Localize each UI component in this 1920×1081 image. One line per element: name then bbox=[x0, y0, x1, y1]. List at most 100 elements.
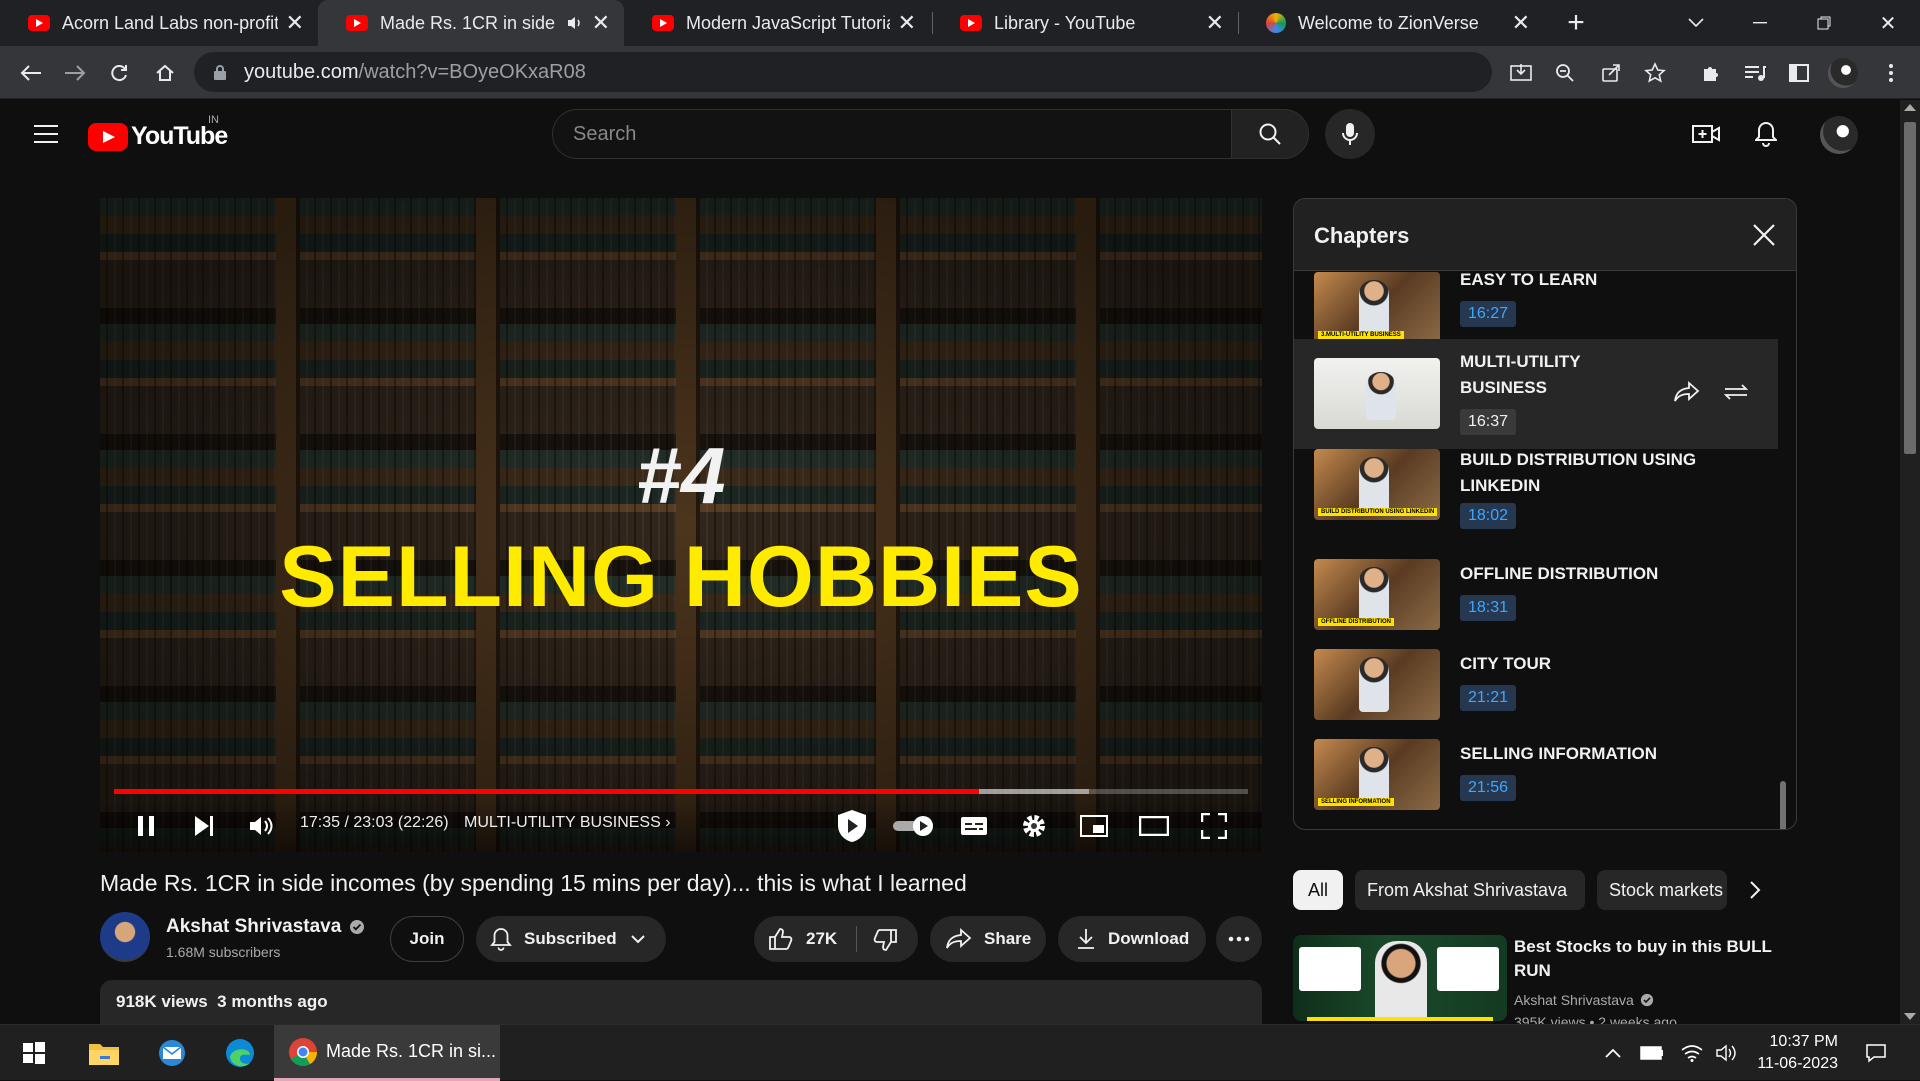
volume-button[interactable] bbox=[242, 806, 282, 846]
loop-chapter-icon[interactable] bbox=[1722, 381, 1750, 403]
scroll-down-arrow-icon[interactable] bbox=[1904, 1013, 1916, 1020]
chapter-timestamp[interactable]: 18:31 bbox=[1460, 595, 1517, 621]
extensions-puzzle-icon[interactable] bbox=[1696, 58, 1726, 88]
channel-avatar[interactable] bbox=[100, 912, 150, 962]
page-scroll-thumb[interactable] bbox=[1904, 122, 1916, 454]
recommended-title[interactable]: Best Stocks to buy in this BULL RUN bbox=[1514, 935, 1774, 983]
chapter-timestamp[interactable]: 18:02 bbox=[1460, 503, 1517, 529]
hamburger-menu-icon[interactable] bbox=[28, 116, 64, 152]
settings-button[interactable] bbox=[1014, 806, 1054, 846]
chips-next-chevron-icon[interactable] bbox=[1749, 880, 1761, 900]
tab-close-icon[interactable]: ✕ bbox=[592, 10, 610, 36]
notification-center-icon[interactable] bbox=[1848, 1025, 1904, 1081]
chapter-timestamp[interactable]: 16:27 bbox=[1460, 301, 1517, 327]
restore-button[interactable] bbox=[1794, 0, 1854, 46]
mail-app-icon[interactable] bbox=[144, 1025, 200, 1081]
bookmark-star-icon[interactable] bbox=[1640, 58, 1670, 88]
share-chapter-icon[interactable] bbox=[1674, 381, 1700, 403]
recommended-thumbnail[interactable] bbox=[1293, 935, 1507, 1021]
tab-acorn-land-labs[interactable]: Acorn Land Labs non-profit m ✕ bbox=[0, 0, 318, 46]
youtube-logo[interactable]: YouTube IN bbox=[88, 114, 228, 151]
forward-button[interactable] bbox=[58, 56, 92, 90]
autoplay-toggle[interactable] bbox=[890, 806, 938, 846]
theater-mode-button[interactable] bbox=[1134, 806, 1174, 846]
reload-button[interactable] bbox=[102, 56, 136, 90]
tab-close-icon[interactable]: ✕ bbox=[286, 10, 304, 36]
home-button[interactable] bbox=[148, 56, 182, 90]
pause-icon bbox=[138, 816, 154, 836]
tab-close-icon[interactable]: ✕ bbox=[1512, 10, 1530, 36]
chapter-timestamp[interactable]: 21:21 bbox=[1460, 685, 1517, 711]
show-hidden-icons-chevron-icon[interactable] bbox=[1598, 1025, 1628, 1081]
current-chapter-button[interactable]: MULTI-UTILITY BUSINESS › bbox=[464, 814, 671, 832]
search-input[interactable]: Search bbox=[552, 109, 1232, 159]
account-avatar[interactable] bbox=[1820, 116, 1858, 154]
more-actions-button[interactable] bbox=[1216, 916, 1262, 962]
tab-made-rs-1cr[interactable]: Made Rs. 1CR in side inco ✕ bbox=[318, 0, 624, 46]
tab-close-icon[interactable]: ✕ bbox=[1206, 10, 1224, 36]
chapter-item[interactable]: 3.MULTI-UTILITY BUSINESS EASY TO LEARN 1… bbox=[1294, 271, 1778, 343]
edge-browser-icon[interactable] bbox=[212, 1025, 268, 1081]
profile-avatar[interactable] bbox=[1828, 58, 1858, 88]
new-tab-button[interactable]: + bbox=[1546, 0, 1606, 46]
zoom-icon[interactable] bbox=[1550, 58, 1580, 88]
create-video-icon[interactable] bbox=[1688, 116, 1724, 152]
url-text: youtube.com/watch?v=BOyeOKxaR08 bbox=[244, 61, 586, 84]
tab-search-chevron-icon[interactable] bbox=[1666, 0, 1726, 46]
chapter-item-current[interactable]: MULTI-UTILITY BUSINESS 16:37 bbox=[1294, 339, 1778, 449]
tab-library-youtube[interactable]: Library - YouTube ✕ bbox=[932, 0, 1238, 46]
taskbar-chrome-window[interactable]: Made Rs. 1CR in si... bbox=[274, 1025, 500, 1081]
battery-icon[interactable] bbox=[1634, 1025, 1670, 1081]
search-button[interactable] bbox=[1231, 109, 1309, 159]
scroll-up-arrow-icon[interactable] bbox=[1904, 104, 1916, 111]
miniplayer-button[interactable] bbox=[1074, 806, 1114, 846]
wifi-icon[interactable] bbox=[1674, 1025, 1710, 1081]
chip-stock-markets[interactable]: Stock markets bbox=[1597, 870, 1727, 910]
file-explorer-icon[interactable] bbox=[76, 1025, 132, 1081]
chapter-timestamp[interactable]: 16:37 bbox=[1460, 409, 1517, 435]
next-button[interactable] bbox=[184, 806, 224, 846]
back-button[interactable] bbox=[14, 56, 48, 90]
close-window-button[interactable]: ✕ bbox=[1858, 0, 1918, 46]
subscribed-button[interactable]: Subscribed bbox=[476, 916, 666, 962]
recommended-channel-row[interactable]: Akshat Shrivastava bbox=[1514, 989, 1677, 1011]
chapter-item[interactable]: SELLING INFORMATION SELLING INFORMATION … bbox=[1294, 739, 1778, 829]
page-scrollbar[interactable] bbox=[1900, 100, 1920, 1024]
tab-zionverse[interactable]: Welcome to ZionVerse ✕ bbox=[1238, 0, 1544, 46]
minimize-button[interactable] bbox=[1730, 0, 1790, 46]
lock-icon[interactable] bbox=[212, 64, 228, 80]
install-app-icon[interactable] bbox=[1506, 58, 1536, 88]
close-chapters-button[interactable] bbox=[1748, 219, 1780, 251]
shield-extension-icon[interactable] bbox=[832, 806, 872, 846]
dislike-button[interactable] bbox=[872, 928, 898, 952]
windows-start-icon[interactable] bbox=[6, 1025, 62, 1081]
side-panel-icon[interactable] bbox=[1784, 58, 1814, 88]
chrome-menu-icon[interactable] bbox=[1876, 58, 1906, 88]
subtitles-button[interactable] bbox=[954, 806, 994, 846]
like-button[interactable]: 27K bbox=[768, 927, 837, 951]
voice-search-button[interactable] bbox=[1325, 109, 1375, 159]
join-button[interactable]: Join bbox=[390, 916, 464, 962]
url-path: /watch?v=BOyeOKxaR08 bbox=[358, 60, 586, 83]
pause-button[interactable] bbox=[126, 806, 166, 846]
tab-close-icon[interactable]: ✕ bbox=[898, 10, 916, 36]
progress-bar[interactable] bbox=[114, 789, 1248, 794]
tab-audio-icon[interactable] bbox=[566, 15, 584, 31]
notifications-bell-icon[interactable] bbox=[1748, 116, 1784, 152]
share-page-icon[interactable] bbox=[1596, 58, 1626, 88]
taskbar-clock[interactable]: 10:37 PM 11-06-2023 bbox=[1738, 1031, 1838, 1075]
chapter-item[interactable]: BUILD DISTRIBUTION USING LINKEDIN BUILD … bbox=[1294, 449, 1778, 559]
fullscreen-icon bbox=[1201, 813, 1227, 839]
chip-all[interactable]: All bbox=[1293, 870, 1343, 910]
chip-from-channel[interactable]: From Akshat Shrivastava bbox=[1355, 870, 1585, 910]
chapter-timestamp[interactable]: 21:56 bbox=[1460, 775, 1517, 801]
fullscreen-button[interactable] bbox=[1194, 806, 1234, 846]
channel-name-link[interactable]: Akshat Shrivastava bbox=[166, 916, 365, 938]
tab-modern-javascript[interactable]: Modern JavaScript Tutorial #1 ✕ bbox=[624, 0, 930, 46]
download-button[interactable]: Download bbox=[1058, 916, 1206, 962]
chapters-scrollbar[interactable] bbox=[1780, 781, 1786, 829]
share-button[interactable]: Share bbox=[930, 916, 1046, 962]
address-bar[interactable]: youtube.com/watch?v=BOyeOKxaR08 bbox=[194, 52, 1492, 92]
media-controls-icon[interactable] bbox=[1740, 58, 1770, 88]
video-player[interactable]: #4 SELLING HOBBIES 17:35 / 23:03 (22:26)… bbox=[100, 198, 1262, 852]
